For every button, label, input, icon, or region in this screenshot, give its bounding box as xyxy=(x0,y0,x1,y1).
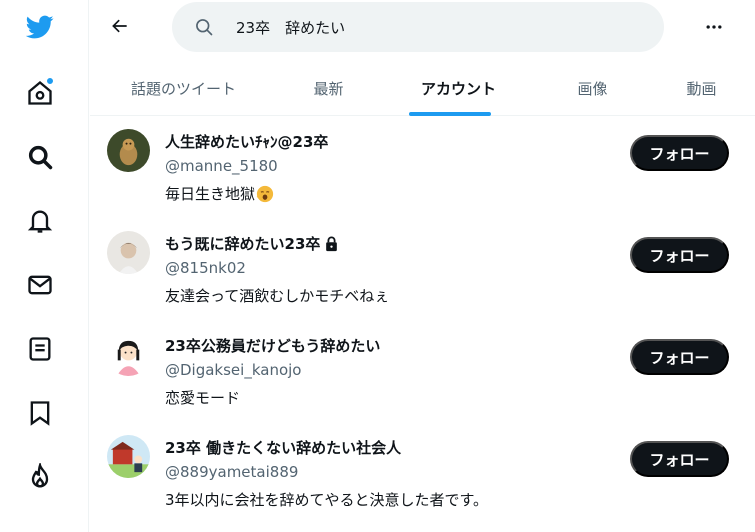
search-input[interactable] xyxy=(236,18,636,36)
user-handle: @Digaksei_kanojo xyxy=(165,361,302,379)
twitter-logo-icon[interactable] xyxy=(15,2,65,52)
yawning-face-emoji-icon xyxy=(256,185,274,202)
follow-button[interactable]: フォロー xyxy=(630,441,729,477)
protected-lock-icon xyxy=(326,236,338,251)
display-name[interactable]: もう既に辞めたい23卒 xyxy=(165,233,339,254)
tab-videos[interactable]: 動画 xyxy=(648,60,755,116)
user-bio: 3年以内に会社を辞めてやると決意した者です。 xyxy=(165,491,489,509)
bookmarks-icon[interactable] xyxy=(15,388,65,438)
tab-accounts[interactable]: アカウント xyxy=(380,60,537,116)
search-icon xyxy=(196,19,213,36)
display-name-text: 人生辞めたいﾁｬﾝ@23卒 xyxy=(165,133,329,151)
display-name-text: もう既に辞めたい23卒 xyxy=(165,235,321,253)
display-name[interactable]: 23卒公務員だけどもう辞めたい xyxy=(165,335,380,356)
search-tabs: 話題のツイート 最新 アカウント 画像 動画 xyxy=(90,60,755,116)
tab-top[interactable]: 話題のツイート xyxy=(90,60,277,116)
home-icon[interactable] xyxy=(15,68,65,118)
user-cell[interactable]: 人生辞めたいﾁｬﾝ@23卒 @manne_5180 毎日生き地獄 フォロー xyxy=(90,117,755,219)
topics-icon[interactable] xyxy=(15,452,65,502)
user-handle: @manne_5180 xyxy=(165,157,278,175)
nav-rail xyxy=(0,0,89,532)
user-bio: 毎日生き地獄 xyxy=(165,183,274,204)
active-tab-indicator xyxy=(409,112,491,116)
display-name[interactable]: 人生辞めたいﾁｬﾝ@23卒 xyxy=(165,131,328,152)
avatar[interactable] xyxy=(107,333,150,376)
follow-button[interactable]: フォロー xyxy=(630,135,729,171)
tab-latest[interactable]: 最新 xyxy=(277,60,380,116)
display-name-text: 23卒 働きたくない辞めたい社会人 xyxy=(165,439,402,457)
follow-button[interactable]: フォロー xyxy=(630,237,729,273)
more-horizontal-icon xyxy=(706,25,722,29)
more-options-button[interactable] xyxy=(697,10,731,44)
user-handle: @815nk02 xyxy=(165,259,246,277)
back-button[interactable] xyxy=(104,10,136,42)
tab-photos[interactable]: 画像 xyxy=(537,60,648,116)
user-cell[interactable]: 23卒公務員だけどもう辞めたい @Digaksei_kanojo 恋愛モード フ… xyxy=(90,321,755,423)
tab-label: 最新 xyxy=(313,79,344,98)
tab-label: 動画 xyxy=(686,79,717,98)
explore-icon[interactable] xyxy=(15,132,65,182)
user-bio: 恋愛モード xyxy=(165,389,241,407)
follow-button[interactable]: フォロー xyxy=(630,339,729,375)
home-notification-dot xyxy=(46,77,54,85)
user-handle: @889yametai889 xyxy=(165,463,299,481)
user-cell[interactable]: もう既に辞めたい23卒 @815nk02 友達会って酒飲むしかモチベねぇ フォロ… xyxy=(90,219,755,321)
avatar[interactable] xyxy=(107,231,150,274)
user-bio: 友達会って酒飲むしかモチベねぇ xyxy=(165,287,390,305)
messages-icon[interactable] xyxy=(15,260,65,310)
tab-label: 話題のツイート xyxy=(130,79,236,98)
avatar[interactable] xyxy=(107,129,150,172)
tab-label: アカウント xyxy=(420,79,496,98)
notifications-icon[interactable] xyxy=(15,196,65,246)
display-name-text: 23卒公務員だけどもう辞めたい xyxy=(165,337,381,355)
search-header: 話題のツイート 最新 アカウント 画像 動画 xyxy=(90,0,755,116)
user-cell[interactable]: 23卒 働きたくない辞めたい社会人 @889yametai889 3年以内に会社… xyxy=(90,423,755,525)
user-bio-text: 毎日生き地獄 xyxy=(165,185,256,203)
search-box[interactable] xyxy=(172,2,664,52)
tab-label: 画像 xyxy=(577,79,608,98)
display-name[interactable]: 23卒 働きたくない辞めたい社会人 xyxy=(165,437,401,458)
avatar[interactable] xyxy=(107,435,150,478)
lists-icon[interactable] xyxy=(15,324,65,374)
arrow-left-icon xyxy=(112,19,127,33)
